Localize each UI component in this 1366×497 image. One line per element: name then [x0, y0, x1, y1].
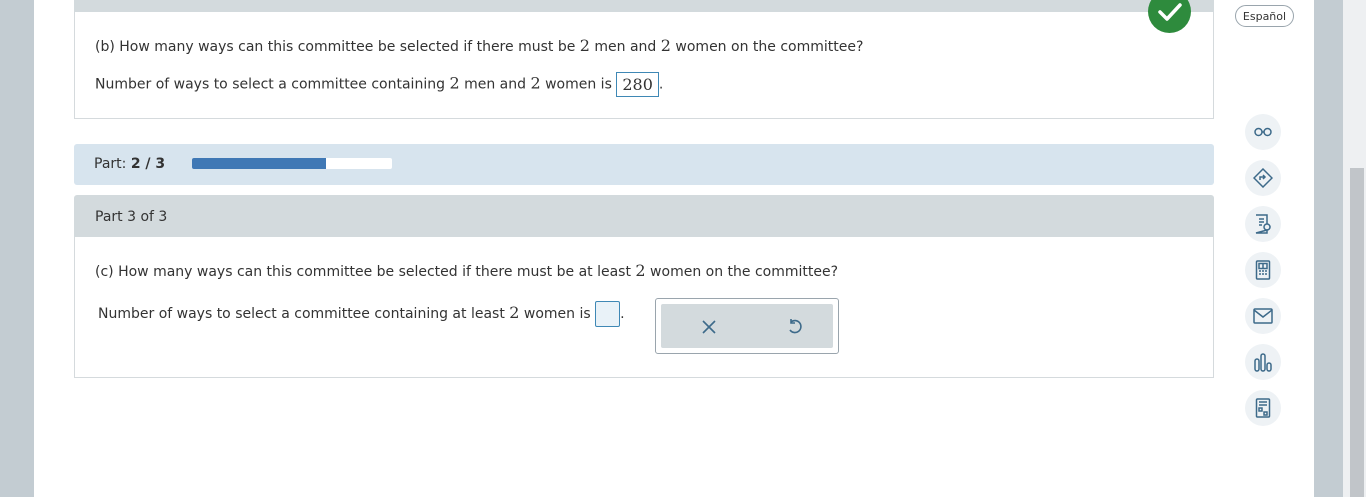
period: . — [620, 306, 625, 322]
math-number: 2 — [660, 36, 671, 55]
clear-button[interactable] — [698, 316, 720, 338]
progress-strip: Part: 2 / 3 — [74, 144, 1214, 185]
worksheet-icon[interactable] — [1245, 390, 1281, 426]
part-c-question: (c) How many ways can this committee be … — [95, 261, 838, 280]
answer-text: women is — [540, 76, 617, 93]
question-text: (c) How many ways can this committee be … — [95, 264, 636, 280]
progress-label: Part: 2 / 3 — [94, 156, 165, 172]
progress-bar — [192, 158, 392, 169]
undo-icon — [789, 319, 802, 334]
part-b-card — [74, 0, 1214, 119]
notes-icon[interactable] — [1245, 206, 1281, 242]
close-icon — [702, 320, 716, 334]
bar-chart-icon[interactable] — [1245, 344, 1281, 380]
answer-text: men and — [459, 76, 531, 93]
glasses-icon[interactable] — [1245, 114, 1281, 150]
part-c-header: Part 3 of 3 — [74, 195, 1214, 237]
part-b-header-bar — [74, 0, 1214, 12]
part-c-answer-line: Number of ways to select a committee con… — [98, 301, 625, 327]
math-number: 2 — [579, 36, 590, 55]
language-button[interactable]: Español — [1235, 5, 1294, 27]
math-number: 2 — [509, 303, 520, 322]
calculator-icon[interactable] — [1245, 252, 1281, 288]
part-c-answer-input[interactable] — [595, 301, 621, 327]
part-c-header-title: Part 3 of 3 — [95, 209, 168, 225]
question-text: (b) How many ways can this committee be … — [95, 39, 580, 55]
answer-tools-popup — [655, 298, 839, 354]
part-b-question: (b) How many ways can this committee be … — [95, 36, 863, 55]
part-b-answer-box: 280 — [616, 72, 659, 97]
math-number: 2 — [530, 73, 541, 93]
progress-fill — [192, 158, 326, 169]
scrollbar-thumb[interactable] — [1350, 168, 1364, 497]
answer-tools-bar — [661, 304, 833, 348]
progress-value: 2 / 3 — [130, 156, 166, 172]
question-text: women on the committee? — [670, 39, 864, 55]
question-text: women on the committee? — [645, 264, 839, 280]
answer-text: women is — [519, 306, 596, 322]
period: . — [658, 76, 664, 93]
answer-text: Number of ways to select a committee con… — [98, 306, 510, 322]
part-b-answer-line: Number of ways to select a committee con… — [95, 72, 663, 97]
answer-text: Number of ways to select a committee con… — [95, 76, 450, 93]
math-number: 2 — [449, 73, 460, 93]
math-number: 2 — [635, 261, 646, 280]
directions-icon[interactable] — [1245, 160, 1281, 196]
undo-button[interactable] — [784, 316, 806, 338]
question-text: men and — [589, 39, 661, 55]
progress-label-text: Part: — [94, 156, 131, 172]
mail-icon[interactable] — [1245, 298, 1281, 334]
